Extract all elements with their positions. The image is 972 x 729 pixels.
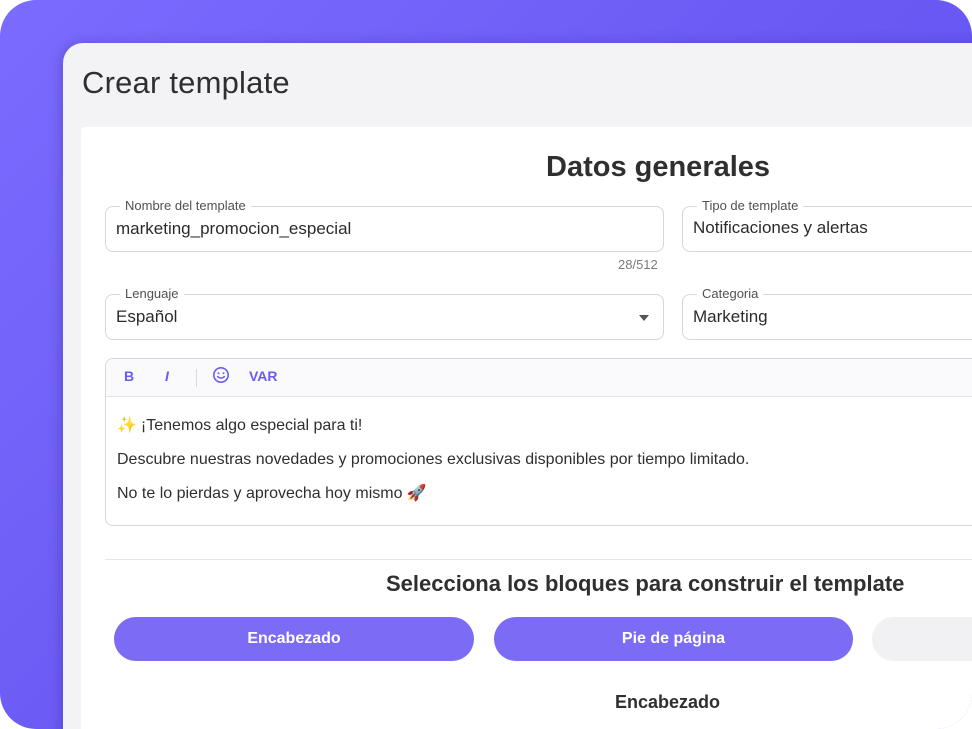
third-block-button[interactable] <box>872 617 972 661</box>
template-name-value: marketing_promocion_especial <box>116 219 352 238</box>
footer-block-button[interactable]: Pie de página <box>494 617 853 661</box>
template-type-value: Notificaciones y alertas <box>693 218 868 237</box>
sparkles-icon: ✨ <box>117 417 137 434</box>
variable-button[interactable]: VAR <box>249 368 278 384</box>
editor-content[interactable]: ✨ ¡Tenemos algo especial para ti! Descubr… <box>106 397 972 523</box>
smiley-icon <box>213 367 229 383</box>
category-value: Marketing <box>693 307 768 326</box>
editor-line: No te lo pierdas y aprovecha hoy mismo 🚀 <box>117 477 972 511</box>
editor-line-text: ¡Tenemos algo especial para ti! <box>140 417 363 434</box>
section-divider <box>105 559 972 560</box>
editor-line-text: No te lo pierdas y aprovecha hoy mismo <box>117 485 403 502</box>
rocket-icon: 🚀 <box>406 485 427 502</box>
editor-line-text: Descubre nuestras novedades y promocione… <box>117 451 750 468</box>
toolbar-divider <box>196 369 197 387</box>
blocks-section-title: Selecciona los bloques para construir el… <box>386 571 905 596</box>
header-block-button[interactable]: Encabezado <box>114 617 474 661</box>
template-type-label: Tipo de template <box>697 198 804 214</box>
bold-button[interactable]: B <box>124 368 134 384</box>
template-name-field[interactable]: Nombre del template marketing_promocion_… <box>105 198 664 252</box>
category-label: Categoria <box>697 286 764 302</box>
emoji-button[interactable] <box>212 366 230 387</box>
language-label: Lenguaje <box>120 286 184 302</box>
app-window: Crear template Datos generales Nombre de… <box>63 43 972 729</box>
category-select[interactable]: Categoria Marketing <box>682 286 972 340</box>
page-title: Crear template <box>82 65 290 100</box>
template-type-field[interactable]: Tipo de template Notificaciones y alerta… <box>682 198 972 252</box>
language-value: Español <box>116 307 178 326</box>
header-section-heading: Encabezado <box>615 692 721 712</box>
language-select[interactable]: Lenguaje Español <box>105 286 664 340</box>
editor-line: Descubre nuestras novedades y promocione… <box>117 443 972 477</box>
editor-toolbar: B I VAR <box>106 359 972 397</box>
section-title-general: Datos generales <box>546 151 771 183</box>
message-editor[interactable]: B I VAR ✨ ¡Tenemos algo especial para ti… <box>105 358 972 526</box>
background-frame: Crear template Datos generales Nombre de… <box>0 0 972 729</box>
form-card: Datos generales Nombre del template mark… <box>81 127 972 729</box>
italic-button[interactable]: I <box>165 368 169 384</box>
template-name-label: Nombre del template <box>120 198 251 214</box>
chevron-down-icon[interactable] <box>639 315 649 321</box>
editor-line: ✨ ¡Tenemos algo especial para ti! <box>117 409 972 443</box>
char-counter: 28/512 <box>618 257 658 272</box>
